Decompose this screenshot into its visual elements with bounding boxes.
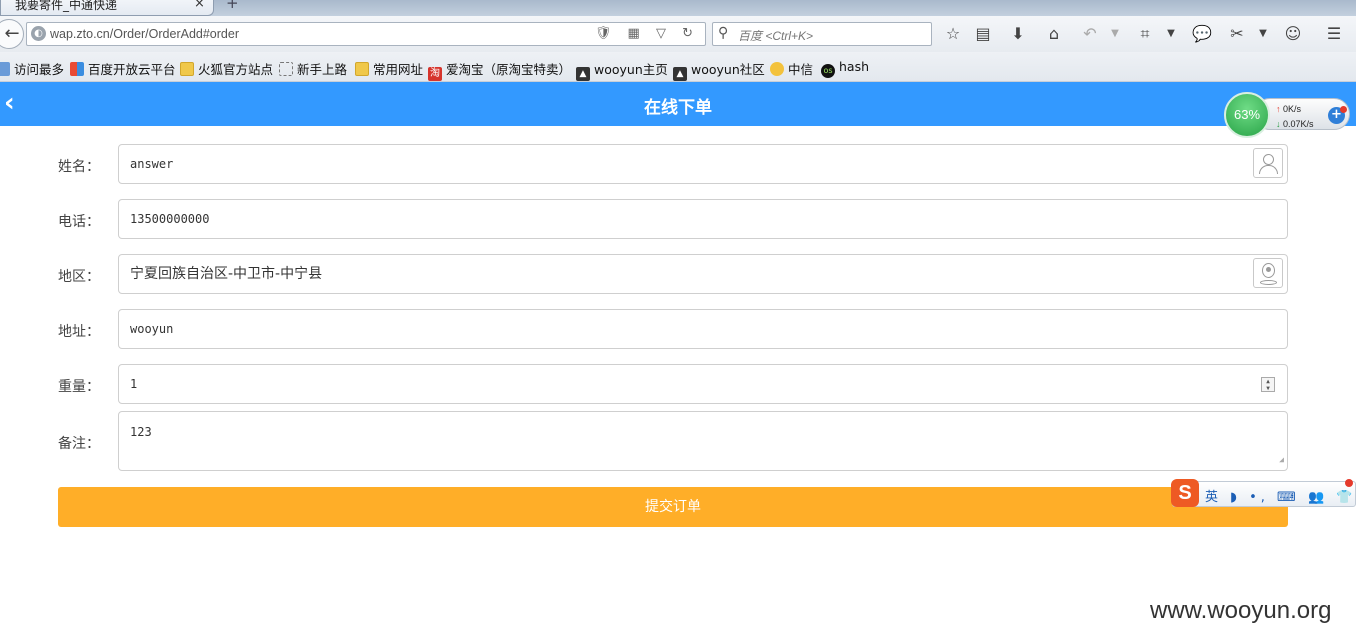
bookmark-item[interactable]: 中信 (770, 59, 813, 78)
download-arrow-icon: ↓ (1276, 119, 1281, 129)
bookmark-item[interactable]: 火狐官方站点 (180, 59, 273, 78)
memory-usage-circle[interactable]: 63% (1224, 92, 1270, 138)
remark-value: 123 (130, 425, 152, 439)
contact-person-icon[interactable] (1253, 148, 1283, 178)
person-body-shape (1259, 165, 1278, 174)
wooyun-icon: ▲ (673, 67, 687, 81)
weight-stepper-icon[interactable]: ▲ ▼ (1261, 377, 1275, 392)
address-label: 地址： (58, 324, 100, 340)
dashed-page-icon (279, 62, 293, 76)
watermark: www.wooyun.org (1150, 597, 1332, 624)
bookmark-item[interactable]: 淘爱淘宝（原淘宝特卖） (428, 59, 571, 81)
baidu-icon (70, 62, 84, 76)
submit-order-button[interactable]: 提交订单 (58, 487, 1288, 527)
url-text[interactable]: wap.zto.cn/Order/OrderAdd#order (50, 27, 239, 41)
bookmark-item[interactable]: 访问最多 (0, 59, 64, 78)
weight-label: 重量： (58, 379, 100, 395)
bookmark-item[interactable]: 百度开放云平台 (70, 59, 176, 78)
bookmark-star-icon[interactable]: ☆ (942, 24, 964, 44)
bookmarks-bar: 访问最多 百度开放云平台 火狐官方站点 新手上路 常用网址 淘爱淘宝（原淘宝特卖… (0, 52, 1356, 82)
crop-icon[interactable]: ⌗ (1134, 24, 1156, 44)
citic-icon (770, 62, 784, 76)
search-bar[interactable]: ⚲ 百度 <Ctrl+K> (712, 22, 932, 46)
wooyun-icon: ▲ (576, 67, 590, 81)
weight-value: 1 (130, 377, 138, 391)
tab-title: 我要寄件_中通快递 (15, 0, 118, 12)
folder-icon (355, 62, 369, 76)
address-input[interactable]: wooyun (118, 309, 1288, 349)
remark-label: 备注： (58, 436, 100, 452)
sogou-logo-icon[interactable]: S (1171, 479, 1199, 507)
person-head-shape (1263, 154, 1274, 165)
download-icon[interactable]: ⬇ (1007, 24, 1029, 44)
chat-icon[interactable]: 💬 (1191, 24, 1213, 44)
folder-icon (180, 62, 194, 76)
pin-dot-shape (1266, 267, 1271, 272)
bookmark-item[interactable]: 常用网址 (355, 59, 423, 78)
phone-label: 电话： (58, 214, 100, 230)
browser-back-icon[interactable]: ← (0, 19, 24, 49)
weight-input[interactable]: 1 ▲ ▼ (118, 364, 1288, 404)
bookmark-item[interactable]: ▲ wooyun主页 (576, 59, 668, 81)
ime-toolbar[interactable]: S 英 ◗ •, ⌨ 👥 👕 🔧 (1171, 479, 1356, 507)
notification-dot (1340, 106, 1347, 113)
search-icon: ⚲ (718, 25, 729, 41)
os-icon: os (821, 64, 835, 78)
region-label: 地区： (58, 269, 100, 285)
ime-notification-dot (1345, 479, 1353, 487)
undo-dropdown-icon[interactable]: ▼ (1104, 24, 1126, 44)
resize-grip-icon[interactable]: ◢ (1279, 452, 1284, 468)
taobao-icon: 淘 (428, 67, 442, 81)
undo-icon[interactable]: ↶ (1079, 24, 1101, 44)
search-input[interactable]: 百度 <Ctrl+K> (738, 27, 813, 44)
browser-tab[interactable]: 我要寄件_中通快递 (0, 0, 214, 16)
location-pin-icon[interactable] (1253, 258, 1283, 288)
name-input[interactable]: answer (118, 144, 1288, 184)
ime-toolbar-icons[interactable]: 英 ◗ •, ⌨ 👥 👕 🔧 (1205, 486, 1356, 505)
site-info-icon[interactable]: ◐ (31, 26, 46, 41)
addon-dropdown-icon[interactable]: ▼ (1252, 24, 1274, 44)
remark-textarea[interactable]: 123 ◢ (118, 411, 1288, 471)
download-speed: ↓ 0.07K/s (1276, 119, 1314, 129)
navigation-toolbar: ← ◐ wap.zto.cn/Order/OrderAdd#order 🛡 ▦ … (0, 16, 1356, 52)
region-input[interactable]: 宁夏回族自治区-中卫市-中宁县 (118, 254, 1288, 294)
upload-speed: ↑ 0K/s (1276, 104, 1302, 114)
smiley-icon[interactable]: ☺ (1282, 24, 1304, 44)
pin-base-shape (1260, 280, 1277, 285)
bookmark-item[interactable]: os hash (821, 59, 869, 78)
reading-list-icon[interactable]: ▤ (972, 24, 994, 44)
tab-close-icon[interactable]: × (194, 0, 205, 11)
url-bar[interactable]: ◐ wap.zto.cn/Order/OrderAdd#order 🛡 ▦ ▽ … (26, 22, 706, 46)
chart-icon (0, 62, 10, 76)
home-icon[interactable]: ⌂ (1043, 24, 1065, 44)
bookmark-item[interactable]: ▲ wooyun社区 (673, 59, 765, 81)
page-title: 在线下单 (644, 98, 712, 118)
new-tab-icon[interactable]: + (226, 0, 239, 12)
menu-icon[interactable]: ☰ (1323, 24, 1345, 44)
upload-arrow-icon: ↑ (1276, 104, 1281, 114)
crop-dropdown-icon[interactable]: ▼ (1160, 24, 1182, 44)
name-label: 姓名： (58, 159, 100, 175)
tab-strip: 我要寄件_中通快递 × + (0, 0, 1356, 16)
bookmark-item[interactable]: 新手上路 (279, 59, 347, 78)
network-speed-widget[interactable]: 63% ↑ 0K/s ↓ 0.07K/s + (1224, 92, 1352, 138)
url-bar-icons[interactable]: 🛡 ▦ ▽ ↻ (595, 26, 699, 41)
phone-input[interactable]: 13500000000 (118, 199, 1288, 239)
app-header: ‹ 在线下单 (0, 82, 1356, 126)
addon-icon[interactable]: ✂ (1226, 24, 1248, 44)
